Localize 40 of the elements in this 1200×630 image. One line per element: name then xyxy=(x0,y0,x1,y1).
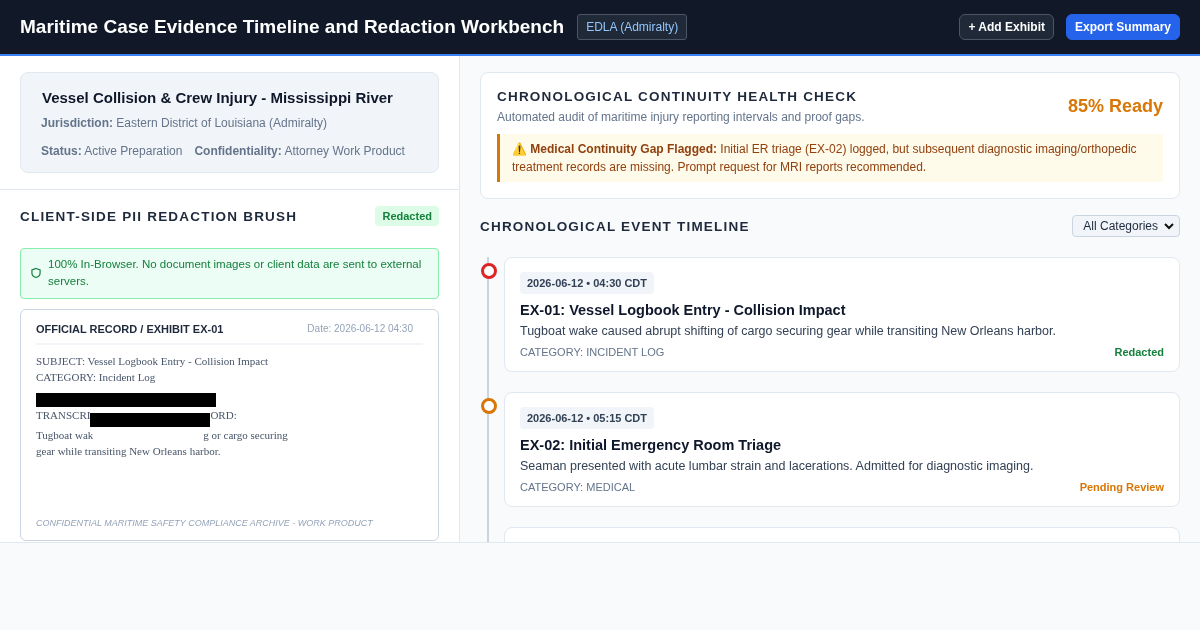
section-title: CHRONOLOGICAL EVENT TIMELINE xyxy=(480,218,750,234)
notice-text: 100% In-Browser. No document images or client data are sent to external servers. xyxy=(48,257,423,290)
event-description: Tugboat wake caused abrupt shifting of cargo securing gear while transiting New Orleans harbor. xyxy=(520,324,1056,338)
status-text: Status: Active Preparation xyxy=(41,144,183,158)
document-preview[interactable] xyxy=(20,308,439,541)
event-title: EX-01: Vessel Logbook Entry - Collision Impact xyxy=(520,302,846,318)
subtitle: Automated audit of maritime injury reporting intervals and proof gaps. xyxy=(497,110,865,124)
document-text: TRANSCRI xyxy=(36,408,91,421)
shield-icon xyxy=(31,267,41,280)
document-line: gear while transiting New Orleans harbor. xyxy=(36,443,222,459)
confidentiality-text: Confidentiality: Attorney Work Product xyxy=(194,144,405,158)
document-date: Date: 2026-06-12 04:30 xyxy=(307,323,413,334)
app-title: Maritime Case Evidence Timeline and Redaction Workbench xyxy=(20,16,565,38)
jurisdiction-text: Jurisdiction: Eastern District of Louisiana (Admiralty) xyxy=(41,116,329,130)
section-title: CLIENT-SIDE PII REDACTION BRUSH xyxy=(20,208,298,224)
event-status: Pending Review xyxy=(1079,481,1164,493)
event-description: Seaman presented with acute lumbar strain and lacerations. Admitted for diagnostic imaging. xyxy=(520,459,1034,473)
caret-icon xyxy=(1164,222,1174,230)
document-text: Tugboat wak xyxy=(36,428,94,441)
document-heading: OFFICIAL RECORD / EXHIBIT EX-01 xyxy=(36,322,224,335)
status-badge: Redacted xyxy=(375,206,439,226)
category-filter[interactable]: All Categories xyxy=(1072,215,1180,237)
event-category: CATEGORY: MEDICAL xyxy=(520,481,636,493)
event-title: EX-02: Initial Emergency Room Triage xyxy=(520,437,782,453)
add-button[interactable]: + Add Exhibit xyxy=(959,14,1054,40)
document-line: CATEGORY: Incident Log xyxy=(36,369,157,385)
event-status: Redacted xyxy=(1114,346,1164,358)
section-title: CHRONOLOGICAL CONTINUITY HEALTH CHECK xyxy=(497,89,859,104)
document-text: ORD: xyxy=(210,408,237,421)
gap-alert: ⚠ Medical Continuity Gap Flagged: Initial ER triage (EX-02) logged, but subsequent diagnostic imaging/orthopedic treatment records are missing. Prompt request for MRI reports recommended. xyxy=(497,134,1163,182)
export-button[interactable]: Export Summary xyxy=(1065,14,1180,40)
document-footer: CONFIDENTIAL MARITIME SAFETY COMPLIANCE ARCHIVE - WORK PRODUCT xyxy=(36,517,423,528)
event-category: CATEGORY: INCIDENT LOG xyxy=(520,346,665,358)
document-text: g or cargo securing xyxy=(203,428,288,441)
document-line: SUBJECT: Vessel Logbook Entry - Collision Impact xyxy=(36,353,270,369)
case-title: Vessel Collision & Crew Injury - Mississippi River xyxy=(42,89,394,106)
event-timestamp: 2026-06-12 • 05:15 CDT xyxy=(520,407,655,429)
readiness-score: 85% Ready xyxy=(1067,96,1163,117)
court-badge: EDLA (Admiralty) xyxy=(577,14,688,40)
event-timestamp: 2026-06-12 • 04:30 CDT xyxy=(520,272,655,294)
